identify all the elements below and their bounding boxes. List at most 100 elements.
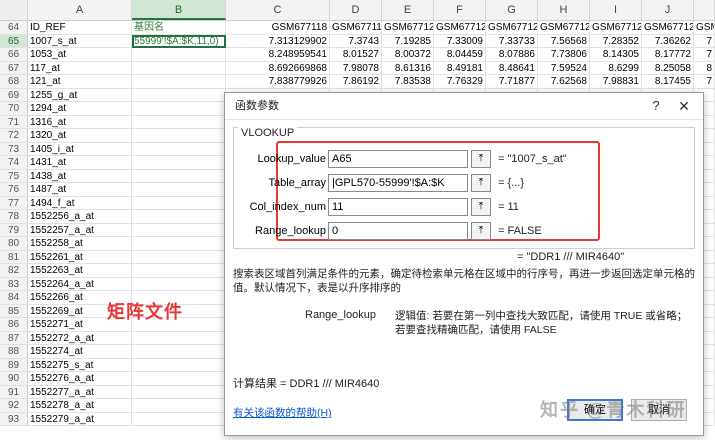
row-number[interactable]: 91	[0, 385, 28, 399]
row-number[interactable]: 68	[0, 75, 28, 89]
cell[interactable]: GSM677118	[226, 21, 330, 35]
cell[interactable]: 7.28352	[590, 34, 642, 48]
cell[interactable]: 基因名	[132, 21, 226, 35]
cell[interactable]: 7.73806	[538, 48, 590, 62]
row-number[interactable]: 69	[0, 88, 28, 102]
cell[interactable]: GSM67711	[330, 21, 382, 35]
row-number[interactable]: 64	[0, 21, 28, 35]
cell[interactable]: 1255_g_at	[28, 88, 132, 102]
cell[interactable]	[132, 75, 226, 89]
cell[interactable]: 8.07886	[486, 48, 538, 62]
cell[interactable]: 7.33733	[486, 34, 538, 48]
cell[interactable]	[132, 264, 226, 278]
cell[interactable]: 1487_at	[28, 183, 132, 197]
cell[interactable]: 7.83538	[382, 75, 434, 89]
column-header[interactable]: B	[132, 0, 226, 20]
cell[interactable]: 1053_at	[28, 48, 132, 62]
cell[interactable]: 1494_f_at	[28, 196, 132, 210]
cell[interactable]: 7.56568	[538, 34, 590, 48]
column-header[interactable]: H	[538, 0, 590, 20]
cell[interactable]	[132, 61, 226, 75]
cell[interactable]: 8.49181	[434, 61, 486, 75]
cell[interactable]	[132, 345, 226, 359]
cell[interactable]: 7.19285	[382, 34, 434, 48]
cell[interactable]: 7.838779926	[226, 75, 330, 89]
cell[interactable]: GSM67712	[382, 21, 434, 35]
cell[interactable]: 1552274_at	[28, 345, 132, 359]
cell[interactable]: 8.14305	[590, 48, 642, 62]
column-header[interactable]: E	[382, 0, 434, 20]
cell[interactable]: 8.17772	[642, 48, 694, 62]
cell[interactable]: 121_at	[28, 75, 132, 89]
row-number[interactable]: 87	[0, 331, 28, 345]
cell[interactable]: 8	[694, 61, 715, 75]
row-number[interactable]: 84	[0, 291, 28, 305]
cell[interactable]: 1552279_a_at	[28, 412, 132, 426]
cell[interactable]	[132, 372, 226, 386]
cell[interactable]: ID_REF	[28, 21, 132, 35]
cell[interactable]: 7.71877	[486, 75, 538, 89]
cell[interactable]: 7.62568	[538, 75, 590, 89]
cell[interactable]: 1438_at	[28, 169, 132, 183]
cell[interactable]: 1552275_s_at	[28, 358, 132, 372]
cell[interactable]: 1552261_at	[28, 250, 132, 264]
range-lookup-input[interactable]: 0	[328, 222, 468, 240]
row-number[interactable]: 92	[0, 399, 28, 413]
row-number[interactable]: 73	[0, 142, 28, 156]
row-number[interactable]: 80	[0, 237, 28, 251]
row-number[interactable]: 66	[0, 48, 28, 62]
row-number[interactable]: 86	[0, 318, 28, 332]
row-number[interactable]: 85	[0, 304, 28, 318]
cell[interactable]: 8.48641	[486, 61, 538, 75]
column-header[interactable]: C	[226, 0, 330, 20]
cell[interactable]: 8.01527	[330, 48, 382, 62]
row-number[interactable]: 75	[0, 169, 28, 183]
cell[interactable]: 8.00372	[382, 48, 434, 62]
cell[interactable]: 1320_at	[28, 129, 132, 143]
cell[interactable]	[132, 399, 226, 413]
cell[interactable]: 1405_i_at	[28, 142, 132, 156]
cell[interactable]	[132, 250, 226, 264]
cell[interactable]: 1552257_a_at	[28, 223, 132, 237]
collapse-dialog-icon[interactable]: ⤒	[471, 150, 491, 168]
cell[interactable]: GSM67712	[642, 21, 694, 35]
cell[interactable]: 7.86192	[330, 75, 382, 89]
row-number[interactable]: 82	[0, 264, 28, 278]
lookup-value-input[interactable]: A65	[328, 150, 468, 168]
row-number[interactable]: 77	[0, 196, 28, 210]
cell[interactable]: 1294_at	[28, 102, 132, 116]
cell[interactable]: 8.6299	[590, 61, 642, 75]
cell[interactable]: 1431_at	[28, 156, 132, 170]
row-number[interactable]: 76	[0, 183, 28, 197]
cell[interactable]: 7.98831	[590, 75, 642, 89]
cell[interactable]: 1552258_at	[28, 237, 132, 251]
row-number[interactable]: 83	[0, 277, 28, 291]
cell[interactable]: 8.25058	[642, 61, 694, 75]
col-index-num-input[interactable]: 11	[328, 198, 468, 216]
row-number[interactable]: 81	[0, 250, 28, 264]
cell[interactable]: 1552264_a_at	[28, 277, 132, 291]
cell[interactable]: 7.98078	[330, 61, 382, 75]
column-header[interactable]: I	[590, 0, 642, 20]
cell[interactable]	[132, 129, 226, 143]
column-header[interactable]: G	[486, 0, 538, 20]
cell[interactable]: GSM67712	[590, 21, 642, 35]
help-icon[interactable]: ?	[645, 93, 667, 119]
row-number[interactable]: 74	[0, 156, 28, 170]
cell[interactable]: 1552276_a_at	[28, 372, 132, 386]
cell[interactable]: 7.3743	[330, 34, 382, 48]
cell[interactable]: 8.61316	[382, 61, 434, 75]
row-number[interactable]: 67	[0, 61, 28, 75]
row-number[interactable]: 90	[0, 372, 28, 386]
row-number[interactable]: 93	[0, 412, 28, 426]
cell[interactable]: 1552272_a_at	[28, 331, 132, 345]
cell[interactable]: 1007_s_at	[28, 34, 132, 48]
cell[interactable]: GSM	[694, 21, 715, 35]
cell[interactable]: 7	[694, 48, 715, 62]
row-number[interactable]: 79	[0, 223, 28, 237]
cell[interactable]	[132, 48, 226, 62]
row-number[interactable]: 72	[0, 129, 28, 143]
row-number[interactable]: 78	[0, 210, 28, 224]
collapse-dialog-icon[interactable]: ⤒	[471, 174, 491, 192]
column-header[interactable]: D	[330, 0, 382, 20]
